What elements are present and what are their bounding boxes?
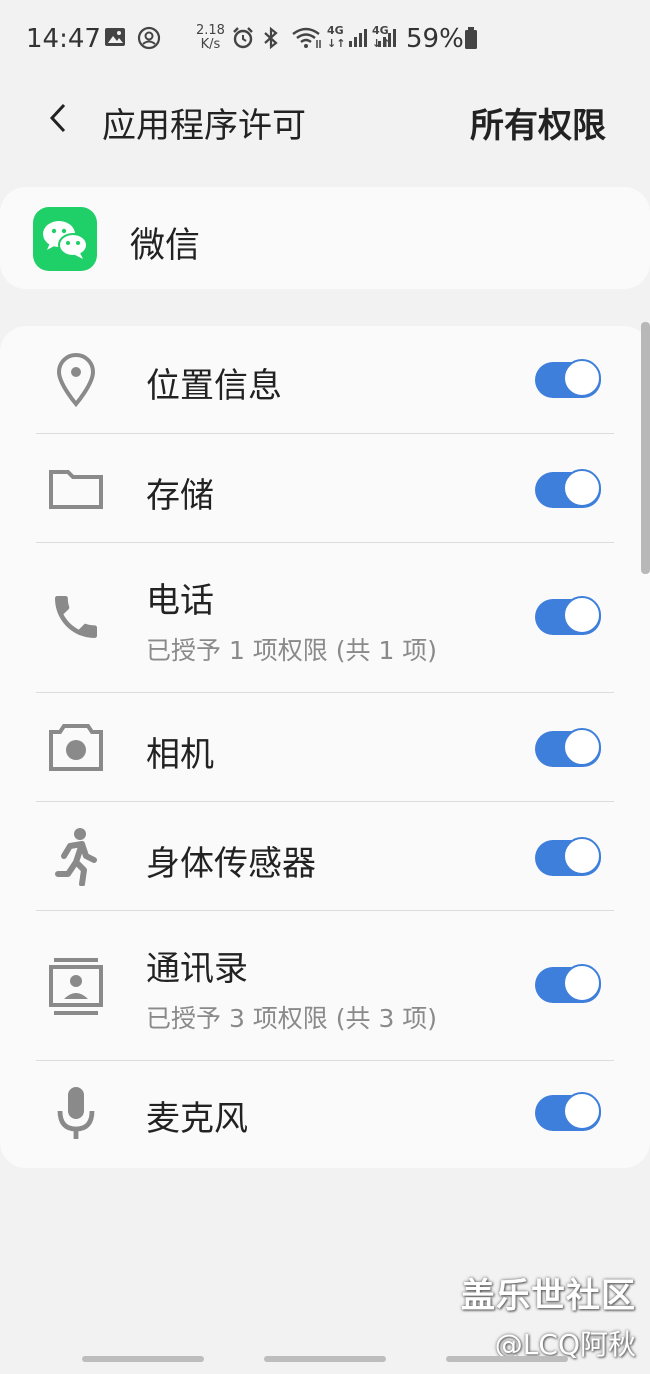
- folder-icon: [44, 456, 108, 520]
- microphone-icon: [44, 1081, 108, 1145]
- permission-label: 存储: [146, 476, 214, 516]
- wechat-icon: [33, 207, 97, 271]
- permission-toggle[interactable]: [535, 1092, 601, 1131]
- permission-row-location[interactable]: 位置信息: [0, 326, 650, 434]
- scrollbar[interactable]: [641, 322, 650, 574]
- bluetooth-icon: [262, 26, 280, 56]
- signal-icon: [377, 26, 399, 54]
- home-button[interactable]: [264, 1356, 386, 1362]
- back-nav-button[interactable]: [446, 1356, 568, 1362]
- camera-icon: [44, 715, 108, 779]
- network-speed-unit: K/s: [200, 37, 221, 52]
- permission-row-microphone[interactable]: 麦克风: [0, 1061, 650, 1168]
- permission-row-camera[interactable]: 相机: [0, 693, 650, 801]
- permission-label: 身体传感器: [146, 844, 316, 884]
- signal-icon: [348, 26, 370, 54]
- app-bar: 应用程序许可 所有权限: [0, 80, 650, 160]
- watermark-brand: 盖乐世社区: [461, 1276, 636, 1316]
- recents-button[interactable]: [82, 1356, 204, 1362]
- toggle-knob: [563, 1092, 601, 1130]
- permission-summary: 已授予 1 项权限 (共 1 项): [146, 636, 438, 665]
- permission-label: 位置信息: [146, 366, 282, 406]
- wifi-icon: [291, 26, 323, 56]
- network-speed-value: 2.18: [196, 23, 225, 38]
- permission-toggle[interactable]: [535, 964, 601, 1003]
- permission-label: 通讯录: [146, 949, 248, 989]
- permission-toggle[interactable]: [535, 728, 601, 767]
- permission-summary: 已授予 3 项权限 (共 3 项): [146, 1004, 438, 1033]
- 4g-icon: 4G ↓↑: [327, 24, 346, 50]
- battery-percent: 59%: [406, 24, 464, 54]
- toggle-knob: [563, 469, 601, 507]
- toggle-knob: [563, 964, 601, 1002]
- toggle-knob: [563, 728, 601, 766]
- permission-row-phone[interactable]: 电话 已授予 1 项权限 (共 1 项): [0, 543, 650, 692]
- phone-icon: [44, 585, 108, 649]
- all-permissions-button[interactable]: 所有权限: [470, 98, 606, 147]
- permission-row-storage[interactable]: 存储: [0, 434, 650, 543]
- gallery-icon: [104, 26, 126, 54]
- account-circle-icon: [137, 26, 161, 56]
- running-icon: [44, 824, 108, 888]
- status-bar: 14:47 2.18 K/s 4G ↓↑ 4G ↓↑ 59%: [0, 0, 650, 80]
- permission-label: 麦克风: [146, 1099, 248, 1139]
- permission-toggle[interactable]: [535, 596, 601, 635]
- permission-row-contacts[interactable]: 通讯录 已授予 3 项权限 (共 3 项): [0, 911, 650, 1061]
- permission-label: 相机: [146, 735, 214, 775]
- chevron-left-icon: [49, 103, 66, 133]
- contacts-icon: [44, 955, 108, 1019]
- permission-label: 电话: [146, 581, 214, 621]
- battery-icon: [464, 26, 478, 56]
- app-name: 微信: [130, 226, 201, 266]
- app-info-card: 微信: [0, 187, 650, 289]
- location-pin-icon: [44, 348, 108, 412]
- back-button[interactable]: [38, 96, 78, 140]
- permission-list: 位置信息 存储 电话 已授予 1 项权限 (共 1 项) 相机 身体传感器 通讯…: [0, 326, 650, 1168]
- permission-toggle[interactable]: [535, 359, 601, 398]
- network-speed: 2.18 K/s: [196, 24, 225, 52]
- permission-row-body-sensors[interactable]: 身体传感器: [0, 802, 650, 911]
- alarm-icon: [231, 26, 255, 56]
- page-title: 应用程序许可: [102, 106, 306, 146]
- toggle-knob: [563, 359, 601, 397]
- permission-toggle[interactable]: [535, 469, 601, 508]
- status-time: 14:47: [26, 24, 101, 54]
- toggle-knob: [563, 837, 601, 875]
- toggle-knob: [563, 596, 601, 634]
- permission-toggle[interactable]: [535, 837, 601, 876]
- navigation-bar: [0, 1340, 650, 1374]
